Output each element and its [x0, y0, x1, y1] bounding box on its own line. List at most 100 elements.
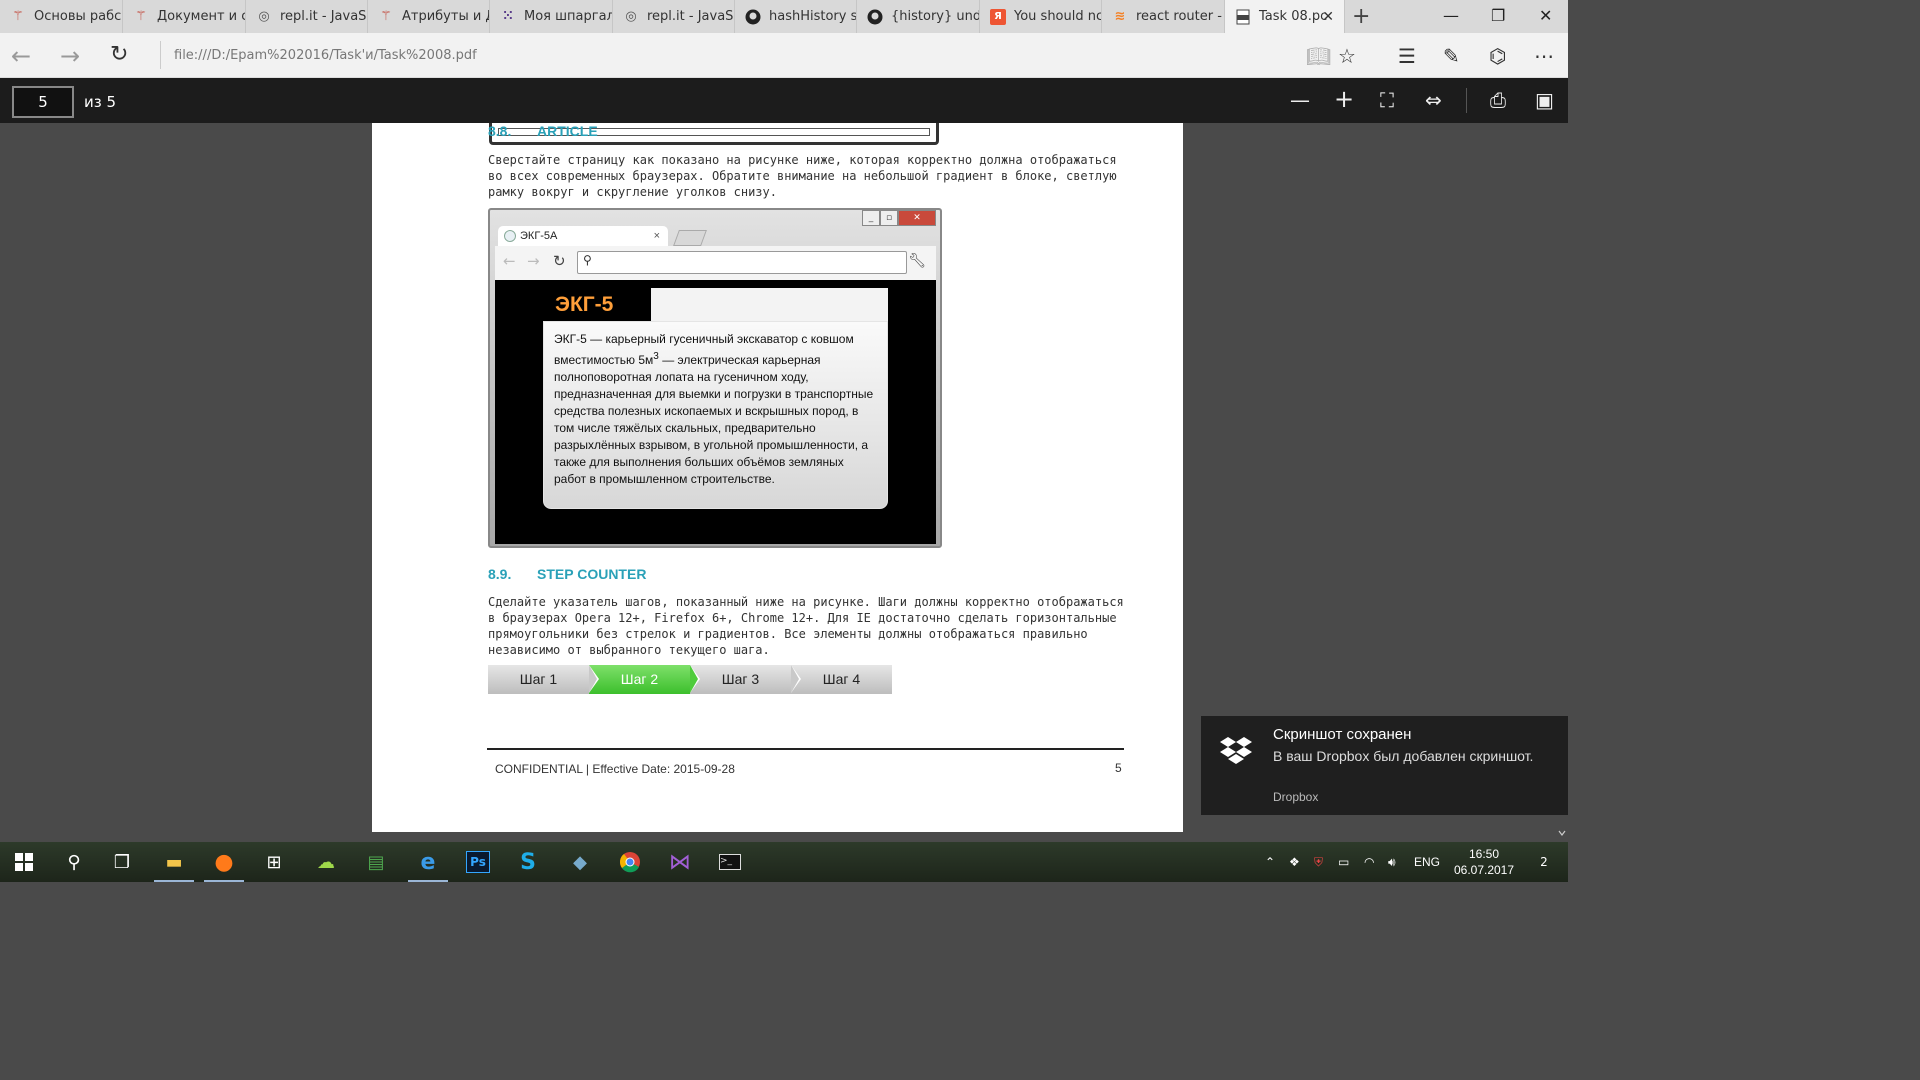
browser-tab[interactable]: {history} unde — [857, 0, 980, 33]
photoshop-label-icon: Ps — [466, 851, 490, 873]
browser-tab[interactable]: ⁙ Моя шпаргал — [490, 0, 613, 33]
tab-title: Атрибуты и Д — [402, 9, 490, 24]
scroll-down-arrow-icon[interactable] — [1556, 823, 1568, 843]
fit-width-icon[interactable]: ⇔ — [1425, 88, 1442, 112]
share-icon[interactable]: ⌬ — [1489, 44, 1506, 68]
fit-page-icon[interactable]: ⛶ — [1380, 88, 1394, 112]
restore-icon[interactable]: ❐ — [1491, 6, 1505, 25]
notes-app-icon[interactable]: ▤ — [352, 842, 400, 882]
tab-strip: ⚚ Основы рабс ⚚ Документ и с ◎ repl.it -… — [0, 0, 1568, 33]
file-explorer-icon[interactable]: ▬ — [150, 842, 198, 882]
minimize-icon[interactable]: — — [1443, 6, 1459, 25]
photoshop-icon[interactable]: Ps — [454, 842, 502, 882]
github-icon — [867, 9, 883, 25]
browser-tab[interactable]: ⚚ Документ и с — [123, 0, 246, 33]
step-4: Шаг 4 — [791, 665, 892, 694]
refresh-icon[interactable]: ↻ — [110, 42, 128, 67]
dropbox-tray-icon[interactable]: ❖ — [1289, 855, 1300, 869]
notification-source: Dropbox — [1273, 790, 1319, 804]
skype-icon[interactable]: S — [504, 842, 552, 882]
article-body: ЭКГ-5 — карьерный гусеничный экскаватор … — [543, 321, 888, 509]
replit-icon: ◎ — [625, 9, 637, 24]
tab-title: Task 08.pc — [1259, 9, 1328, 24]
epam-icon: ⚚ — [135, 9, 147, 24]
figure-wrench-icon: 🔧︎ — [908, 253, 926, 269]
tab-title: You should nc — [1014, 9, 1102, 24]
browser-tab[interactable]: ◎ repl.it - JavaS — [613, 0, 735, 33]
step-counter: Шаг 1 Шаг 2 Шаг 3 Шаг 4 — [488, 665, 892, 694]
close-tab-icon[interactable]: ✕ — [1322, 9, 1334, 25]
browser-tab[interactable]: ⚚ Основы рабс — [0, 0, 123, 33]
forward-icon[interactable]: → — [60, 42, 80, 70]
pdf-icon — [1235, 9, 1251, 25]
browser-tab-active[interactable]: Task 08.pc ✕ — [1225, 0, 1345, 33]
firefox-icon[interactable]: ● — [200, 842, 248, 882]
search-icon[interactable]: ⚲ — [50, 842, 98, 882]
figure-back-icon: ← — [503, 252, 516, 270]
tab-title: Документ и с — [157, 9, 246, 24]
step-3: Шаг 3 — [690, 665, 801, 694]
tray-expand-icon[interactable]: ⌃ — [1265, 855, 1275, 869]
store-icon[interactable]: ⊞ — [250, 842, 298, 882]
footer-page-number: 5 — [1115, 761, 1122, 775]
chrome-icon[interactable] — [606, 842, 654, 882]
tab-title: repl.it - JavaS — [280, 9, 367, 24]
url-field[interactable]: file:///D:/Epam%202016/Task'и/Task%2008.… — [160, 41, 1304, 69]
start-button[interactable] — [0, 842, 48, 882]
pdf-toolbar: 5 из 5 — + ⛶ ⇔ ⎙ ▣ — [0, 78, 1568, 123]
browser-tab[interactable]: Я You should nc — [980, 0, 1102, 33]
volume-icon[interactable]: 🔊︎ — [1388, 855, 1396, 870]
clock-time: 16:50 — [1468, 847, 1500, 861]
browser-tab[interactable]: ◎ repl.it - JavaS — [246, 0, 368, 33]
address-bar: ← → ↻ file:///D:/Epam%202016/Task'и/Task… — [0, 33, 1568, 78]
input-language[interactable]: ENG — [1414, 855, 1440, 869]
browser-tab[interactable]: ⚚ Атрибуты и Д — [368, 0, 490, 33]
close-window-icon[interactable]: ✕ — [1539, 6, 1552, 25]
task-view-icon[interactable]: ❐ — [98, 842, 146, 882]
visual-studio-icon[interactable]: ⋈ — [656, 842, 704, 882]
taskbar: ⚲ ❐ ▬ ● ⊞ ☁ ▤ e Ps S ◆ ⋈ >_ ⌃ ❖ ⛨ ▭ ◠ 🔊︎… — [0, 842, 1568, 882]
page-number-input[interactable]: 5 — [12, 86, 74, 118]
zoom-in-icon[interactable]: + — [1334, 85, 1354, 113]
browser-tab[interactable]: ≋ react router - — [1102, 0, 1225, 33]
figure-toolbar: ← → ↻ ⚲ 🔧︎ — [495, 246, 936, 281]
battery-icon[interactable]: ▭ — [1338, 855, 1349, 869]
article-title: ЭКГ-5 — [541, 288, 651, 321]
page-total: из 5 — [84, 93, 117, 111]
back-icon[interactable]: ← — [11, 42, 31, 70]
tab-title: react router - — [1136, 9, 1222, 24]
tab-title: repl.it - JavaS — [647, 9, 734, 24]
web-note-icon[interactable]: ✎ — [1443, 44, 1460, 68]
hub-icon[interactable]: ☰ — [1398, 44, 1416, 68]
section-text-article: Сверстайте страницу как показано на рису… — [488, 153, 1117, 199]
windows-icon — [15, 853, 33, 871]
toolbar-divider — [1466, 88, 1467, 113]
more-icon[interactable]: ⋯ — [1534, 44, 1554, 68]
cloud-app-icon[interactable]: ☁ — [302, 842, 350, 882]
reading-view-icon[interactable]: 📖︎ — [1306, 44, 1331, 68]
figure-close-icon: ✕ — [898, 210, 936, 226]
section-text-steps: Сделайте указатель шагов, показанный ниж… — [488, 595, 1124, 657]
save-icon[interactable]: ▣ — [1535, 88, 1554, 112]
tab-title: Основы рабс — [34, 9, 122, 24]
console-icon[interactable]: >_ — [706, 842, 754, 882]
antivirus-tray-icon[interactable]: ⛨ — [1314, 855, 1323, 870]
browser-tab[interactable]: hashHistory s — [735, 0, 857, 33]
edge-icon[interactable]: e — [404, 842, 452, 882]
clock[interactable]: 16:50 06.07.2017 — [1452, 846, 1516, 878]
notification-title: Скриншот сохранен — [1273, 726, 1412, 743]
step-1: Шаг 1 — [488, 665, 599, 694]
section-heading-steps: 8.9. STEP COUNTER — [488, 566, 647, 582]
sublime-icon[interactable]: ◆ — [556, 842, 604, 882]
figure-globe-icon — [504, 230, 516, 242]
new-tab-icon[interactable]: + — [1352, 4, 1370, 29]
pdf-page: 8.8. ARTICLE Сверстайте страницу как пока… — [372, 123, 1183, 832]
yandex-icon: Я — [990, 8, 1006, 25]
zoom-out-icon[interactable]: — — [1290, 88, 1310, 112]
wifi-icon[interactable]: ◠ — [1364, 855, 1374, 869]
dropbox-notification[interactable]: Скриншот сохранен В ваш Dropbox был доба… — [1201, 716, 1568, 815]
favorite-star-icon[interactable]: ☆ — [1338, 44, 1356, 68]
footer-text: CONFIDENTIAL | Effective Date: 2015-09-2… — [495, 762, 735, 776]
print-icon[interactable]: ⎙ — [1490, 88, 1506, 112]
action-center-icon[interactable]: 2 — [1520, 842, 1568, 882]
